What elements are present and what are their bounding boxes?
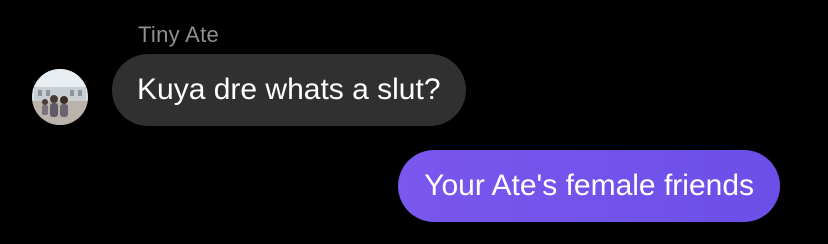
sender-avatar[interactable] [32,69,88,125]
sender-name: Tiny Ate [138,22,220,47]
avatar-photo-icon [32,69,88,125]
outgoing-message-bubble[interactable]: Your Ate's female friends [398,150,780,222]
incoming-message-bubble[interactable]: Kuya dre whats a slut? [112,54,466,126]
